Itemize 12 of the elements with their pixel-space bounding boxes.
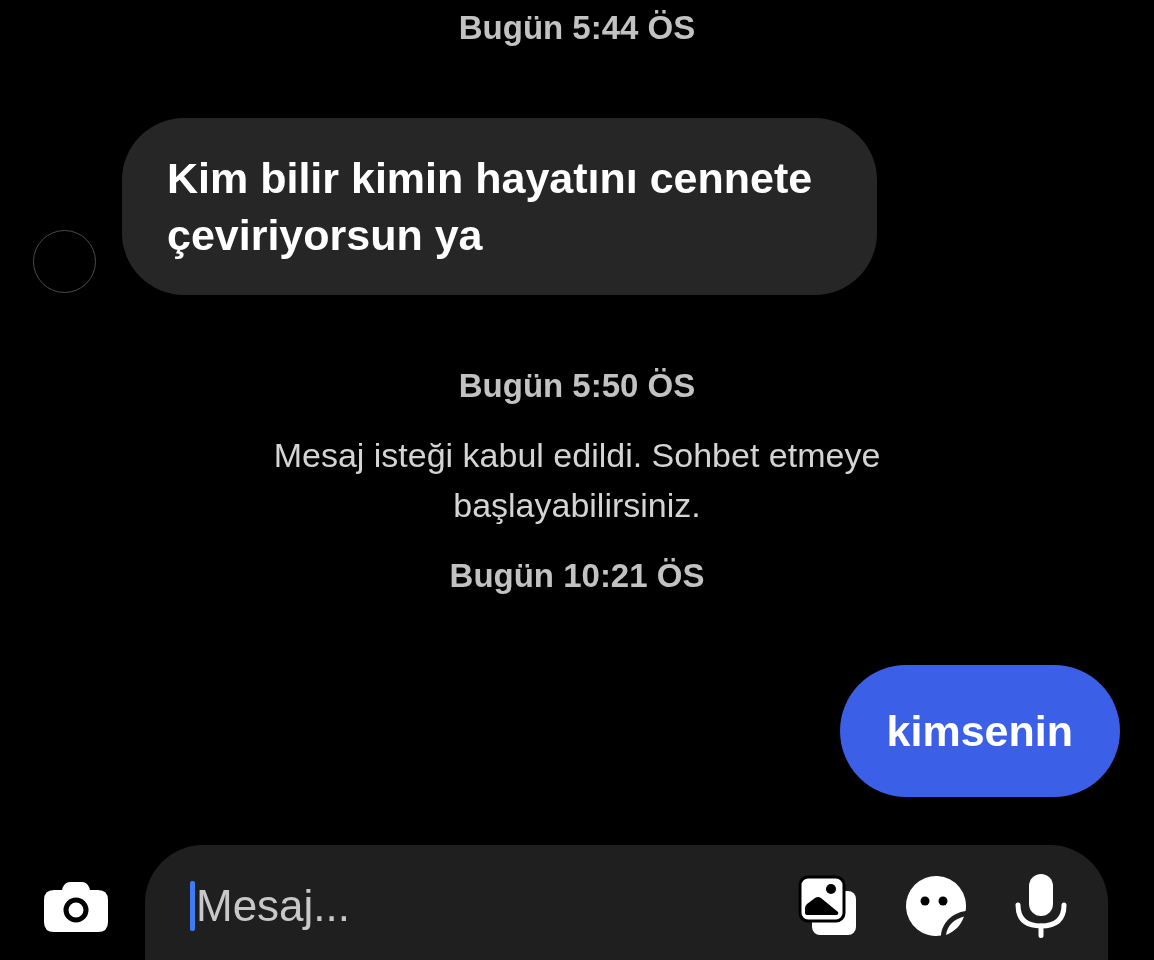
sent-message: kimsenin (839, 665, 1120, 797)
message-input[interactable]: Mesaj... (195, 880, 752, 932)
timestamp: Bugün 5:50 ÖS (458, 368, 696, 404)
gallery-icon[interactable] (798, 875, 858, 937)
composer-bar[interactable]: Mesaj... (145, 845, 1108, 960)
timestamp: Bugün 10:21 ÖS (449, 558, 705, 594)
timestamp: Bugün 5:44 ÖS (458, 10, 696, 46)
system-message: Mesaj isteği kabul edildi. Sohbet etmeye başlayabilirsiniz. (272, 435, 882, 526)
microphone-icon[interactable] (1014, 874, 1068, 938)
camera-icon[interactable] (44, 882, 108, 932)
sticker-icon[interactable] (904, 875, 968, 937)
received-message: Kim bilir kimin hayatını cennete çeviriyorsun ya (122, 118, 877, 295)
